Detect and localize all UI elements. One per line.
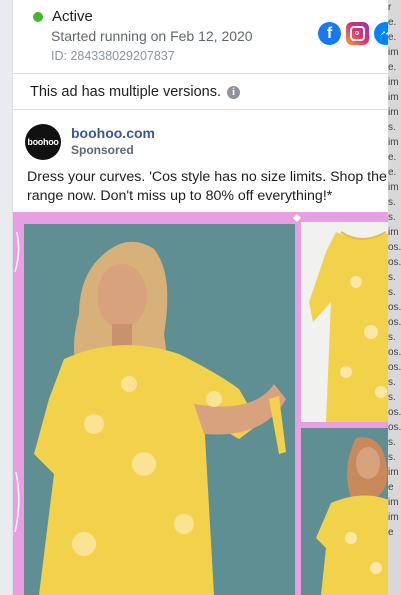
adjacent-panel-fragment: s. bbox=[388, 437, 396, 448]
divider bbox=[13, 109, 389, 110]
adjacent-panel-fragment: s. bbox=[388, 272, 396, 283]
platform-icons: f bbox=[318, 22, 389, 45]
ad-creative-image[interactable] bbox=[13, 212, 389, 595]
adjacent-panel-fragment: im bbox=[388, 107, 399, 118]
adjacent-panel-fragment: s. bbox=[388, 377, 396, 388]
adjacent-panel-fragment: os. bbox=[388, 422, 401, 433]
adjacent-panel-fragment: im bbox=[388, 47, 399, 58]
adjacent-panel-fragment: e. bbox=[388, 167, 397, 178]
adjacent-panel-fragment: e. bbox=[388, 17, 397, 28]
start-date: Started running on Feb 12, 2020 bbox=[51, 28, 253, 44]
adjacent-panel-fragment: s. bbox=[388, 212, 396, 223]
adjacent-panel-fragment: s. bbox=[388, 452, 396, 463]
adjacent-panel-fragment: e bbox=[388, 527, 394, 538]
adjacent-panel-fragment: os. bbox=[388, 317, 401, 328]
adjacent-panel-fragment: os. bbox=[388, 302, 401, 313]
adjacent-panel-fragment: os. bbox=[388, 242, 401, 253]
active-status-dot bbox=[33, 11, 43, 22]
adjacent-panel-fragment: s. bbox=[388, 197, 396, 208]
status-row: Active bbox=[33, 8, 93, 25]
divider bbox=[13, 73, 389, 74]
sponsored-label: Sponsored bbox=[71, 143, 134, 157]
adjacent-panel-fragments: r e. e. im e. im im im s. im e. e. im s. s. im os. os. s. s… bbox=[388, 0, 401, 540]
adjacent-panel-fragment: os. bbox=[388, 407, 401, 418]
adjacent-panel-edge: r e. e. im e. im im im s. im e. e. im s. s. im os. os. s. s… bbox=[388, 0, 401, 595]
messenger-icon bbox=[374, 22, 389, 45]
adjacent-panel-fragment: os. bbox=[388, 362, 401, 373]
adjacent-panel-fragment: os. bbox=[388, 347, 401, 358]
ad-library-card: Active Started running on Feb 12, 2020 I… bbox=[12, 0, 389, 595]
adjacent-panel-fragment: im bbox=[388, 512, 399, 523]
adjacent-panel-fragment: e. bbox=[388, 152, 397, 163]
adjacent-panel-fragment: im bbox=[388, 137, 399, 148]
adjacent-panel-fragment: im bbox=[388, 227, 399, 238]
facebook-icon: f bbox=[318, 22, 341, 45]
ad-id: ID: 284338029207837 bbox=[51, 49, 175, 63]
adjacent-panel-fragment: im bbox=[388, 497, 399, 508]
dress-product-photo bbox=[301, 222, 389, 422]
model-secondary-photo bbox=[301, 428, 389, 595]
adjacent-panel-fragment: os. bbox=[388, 257, 401, 268]
info-icon[interactable]: i bbox=[227, 85, 240, 99]
adjacent-panel-fragment: im bbox=[388, 467, 399, 478]
adjacent-panel-fragment: e. bbox=[388, 32, 397, 43]
adjacent-panel-fragment: im bbox=[388, 182, 399, 193]
adjacent-panel-fragment: r bbox=[388, 2, 392, 13]
advertiser-name-link[interactable]: boohoo.com bbox=[71, 125, 155, 141]
status-label: Active bbox=[52, 8, 93, 25]
adjacent-panel-fragment: s. bbox=[388, 392, 396, 403]
versions-notice: This ad has multiple versions. i bbox=[30, 84, 240, 100]
adjacent-panel-fragment: s. bbox=[388, 287, 396, 298]
versions-text: This ad has multiple versions. bbox=[30, 84, 221, 100]
adjacent-panel-fragment: e bbox=[388, 482, 394, 493]
logo-text: boohoo bbox=[27, 137, 59, 147]
adjacent-panel-fragment: s. bbox=[388, 332, 396, 343]
ad-body-text: Dress your curves. 'Cos style has no siz… bbox=[27, 169, 387, 204]
adjacent-panel-fragment: e. bbox=[388, 62, 397, 73]
adjacent-panel-fragment: im bbox=[388, 77, 399, 88]
main-model-photo bbox=[24, 224, 295, 595]
advertiser-logo[interactable]: boohoo bbox=[25, 124, 61, 160]
adjacent-panel-fragment: s. bbox=[388, 122, 396, 133]
instagram-icon bbox=[346, 22, 369, 45]
adjacent-panel-fragment: im bbox=[388, 92, 399, 103]
